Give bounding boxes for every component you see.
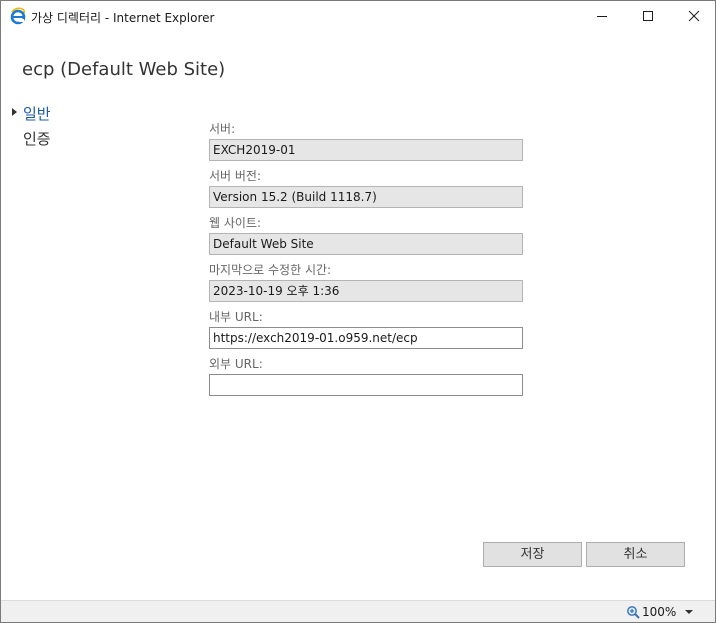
window-title: 가상 디렉터리 - Internet Explorer	[31, 11, 215, 25]
nav-item-general[interactable]: 일반	[23, 103, 51, 124]
last-modified-label: 마지막으로 수정한 시간:	[209, 263, 332, 277]
browser-window: 가상 디렉터리 - Internet Explorer ecp (Default…	[0, 0, 716, 623]
internal-url-label: 내부 URL:	[209, 310, 263, 324]
zoom-dropdown-icon[interactable]	[685, 610, 693, 614]
external-url-input[interactable]	[209, 374, 523, 396]
selected-arrow-icon	[12, 108, 17, 116]
title-bar[interactable]: 가상 디렉터리 - Internet Explorer	[1, 1, 715, 31]
server-version-label: 서버 버전:	[209, 169, 262, 183]
minimize-button[interactable]	[579, 1, 625, 31]
last-modified-field: 2023-10-19 오후 1:36	[209, 280, 523, 302]
website-field: Default Web Site	[209, 233, 523, 255]
cancel-button[interactable]: 취소	[586, 542, 685, 567]
server-field: EXCH2019-01	[209, 139, 523, 161]
server-version-field: Version 15.2 (Build 1118.7)	[209, 186, 523, 208]
minimize-icon	[597, 16, 607, 17]
website-label: 웹 사이트:	[209, 216, 262, 230]
close-icon	[688, 10, 700, 22]
external-url-label: 외부 URL:	[209, 357, 263, 371]
internal-url-input[interactable]: https://exch2019-01.o959.net/ecp	[209, 327, 523, 349]
server-label: 서버:	[209, 122, 236, 136]
nav-item-authentication[interactable]: 인증	[23, 128, 51, 149]
zoom-level[interactable]: 100%	[642, 605, 676, 619]
internet-explorer-icon	[10, 7, 26, 25]
status-bar: 100%	[1, 600, 715, 622]
zoom-icon[interactable]	[626, 605, 640, 619]
maximize-icon	[643, 11, 653, 21]
page-title: ecp (Default Web Site)	[22, 59, 226, 80]
maximize-button[interactable]	[625, 1, 671, 31]
close-button[interactable]	[671, 1, 715, 31]
save-button[interactable]: 저장	[483, 542, 582, 567]
